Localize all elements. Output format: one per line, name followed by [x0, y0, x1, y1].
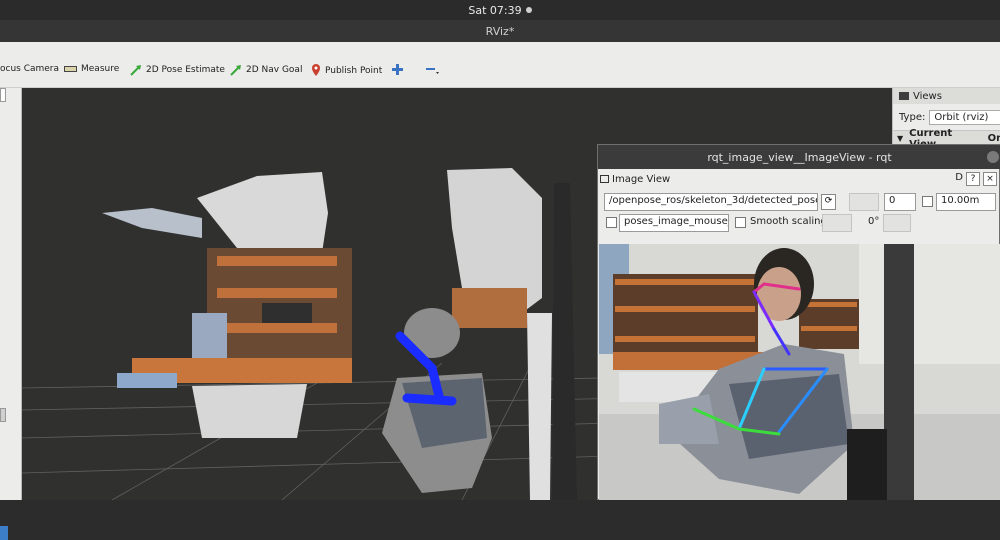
remove-tool-button[interactable] [426, 64, 439, 75]
ruler-icon [64, 66, 77, 72]
views-panel-icon [899, 92, 909, 100]
2d-nav-goal-tool[interactable]: 2D Nav Goal [230, 64, 302, 76]
displays-panel-edge [0, 88, 22, 540]
focus-camera-tool[interactable]: ocus Camera [0, 64, 59, 74]
range-checkbox[interactable] [922, 196, 933, 207]
rqt-window-title: rqt_image_view__ImageView - rqt [707, 150, 892, 164]
value-spinbox[interactable]: 0 [884, 193, 916, 211]
map-pin-icon [312, 64, 320, 76]
close-icon[interactable] [987, 151, 999, 163]
camera-image-render [599, 244, 1000, 500]
smooth-scaling-label: Smooth scaling [750, 216, 827, 227]
tool-label: 2D Nav Goal [246, 65, 303, 75]
publish-point-tool[interactable]: Publish Point [311, 64, 382, 77]
blank-field [822, 214, 852, 232]
system-clock[interactable]: Sat 07:39 [468, 4, 521, 17]
views-panel-header: Views [893, 88, 1000, 104]
topic-select-value: /openpose_ros/skeleton_3d/detected_poses… [609, 195, 818, 206]
rqt-image-view-window: rqt_image_view__ImageView - rqt Image Vi… [597, 144, 1000, 500]
range-spinbox-value: 10.00m [941, 195, 980, 206]
green-arrow-icon [130, 65, 141, 76]
window-title: RViz* [485, 24, 515, 38]
tool-label: 2D Pose Estimate [146, 65, 225, 75]
plus-icon [392, 64, 403, 75]
dock-label[interactable]: D [955, 172, 963, 186]
rotation-label: 0° [868, 216, 880, 227]
green-arrow-icon [230, 65, 241, 76]
views-panel-title: Views [913, 90, 942, 102]
refresh-topics-icon[interactable]: ⟳ [821, 194, 836, 210]
2d-pose-estimate-tool[interactable]: 2D Pose Estimate [130, 64, 225, 76]
range-spinbox[interactable]: 10.00m [936, 193, 996, 211]
rqt-title-bar[interactable]: rqt_image_view__ImageView - rqt [598, 145, 1000, 169]
view-type-row: Type: Orbit (rviz) [899, 110, 1000, 125]
system-top-bar: Sat 07:39 [0, 0, 1000, 20]
rviz-toolbar: ocus Camera Measure 2D Pose Estimate 2D … [0, 42, 1000, 88]
wall-cloud [197, 172, 328, 253]
blank-field [883, 214, 911, 232]
add-tool-button[interactable] [392, 64, 403, 75]
recording-dot-icon [525, 7, 532, 13]
rviz-title-bar: RViz* [0, 20, 1000, 42]
value-spinbox-value: 0 [889, 195, 896, 206]
mouse-topic-value: poses_image_mouse_left [624, 216, 728, 227]
view-type-select[interactable]: Orbit (rviz) [929, 110, 1000, 125]
close-panel-icon[interactable]: × [983, 172, 997, 186]
measure-tool[interactable]: Measure [64, 64, 119, 74]
selected-row-indicator [0, 526, 8, 540]
current-view-value: Or [987, 133, 1000, 144]
tool-label: Publish Point [325, 65, 383, 76]
mouse-topic-checkbox[interactable] [606, 217, 617, 228]
image-view-icon [600, 175, 609, 183]
minus-icon [426, 68, 439, 74]
mouse-topic-field[interactable]: poses_image_mouse_left [619, 214, 729, 232]
panel-handle[interactable] [0, 88, 6, 102]
help-icon[interactable]: ? [966, 172, 980, 186]
tool-label: ocus Camera [0, 64, 60, 74]
smooth-scaling-checkbox[interactable] [735, 217, 746, 228]
camera-image[interactable] [599, 244, 1000, 500]
tool-label: Measure [81, 64, 120, 74]
image-view-label: Image View [612, 173, 671, 185]
blank-field [849, 193, 879, 211]
scrollbar-handle[interactable] [0, 408, 6, 422]
image-view-header: Image View D ? × [598, 169, 1000, 189]
topic-select[interactable]: /openpose_ros/skeleton_3d/detected_poses… [604, 193, 818, 211]
view-type-label: Type: [899, 112, 926, 123]
collapse-arrow-icon[interactable]: ▼ [897, 134, 903, 143]
